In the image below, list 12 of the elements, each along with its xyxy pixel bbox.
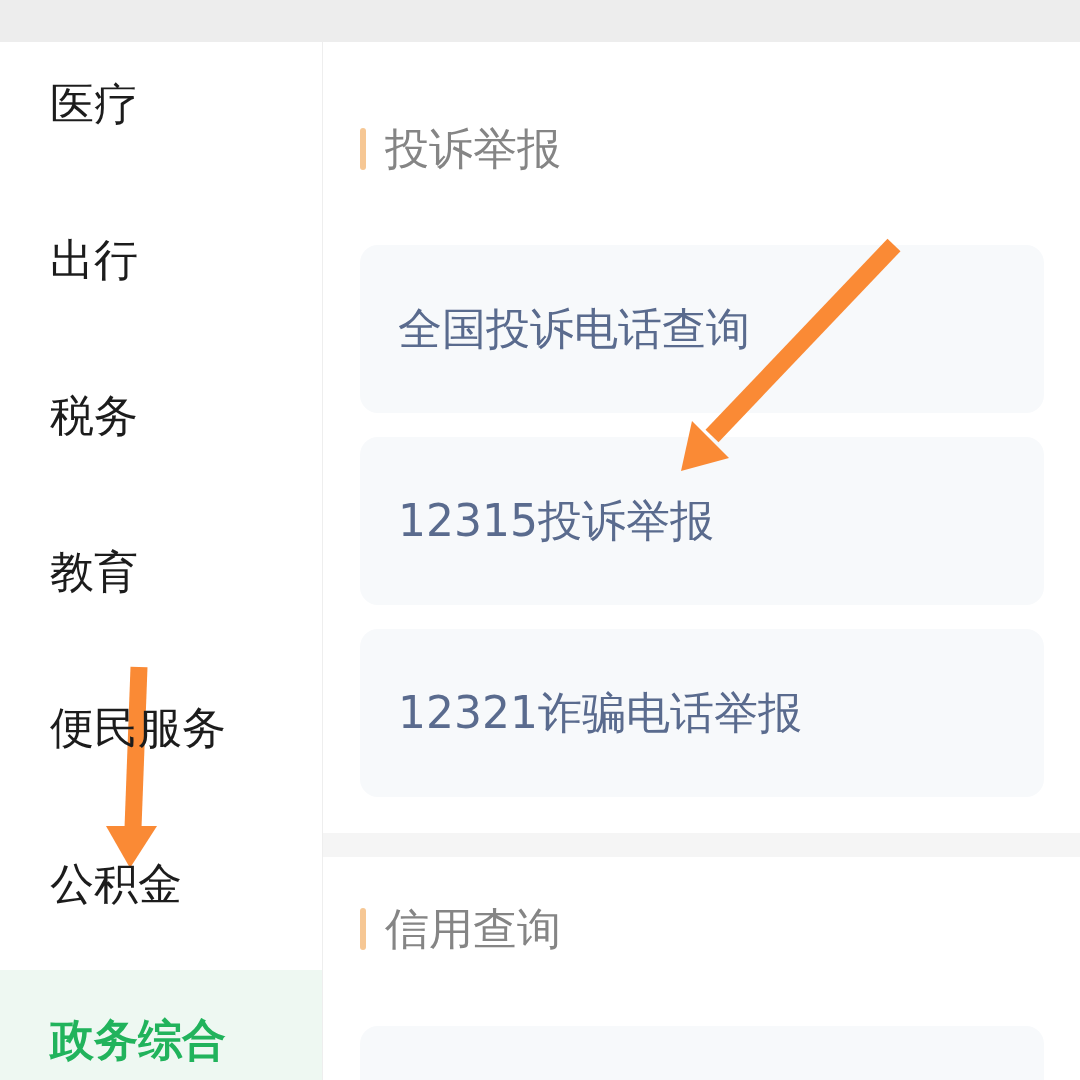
section-title: 投诉举报 (385, 127, 561, 171)
section-title: 信用查询 (385, 907, 561, 951)
sidebar-item[interactable]: 教育 (0, 502, 322, 658)
sidebar-item[interactable]: 公积金 (0, 814, 322, 970)
sidebar-item[interactable]: 税务 (0, 346, 322, 502)
service-card[interactable]: 12321诈骗电话举报 (360, 629, 1044, 797)
service-card[interactable]: 全国投诉电话查询 (360, 245, 1044, 413)
sidebar-item[interactable]: 医疗 (0, 42, 322, 190)
sidebar-item[interactable]: 出行 (0, 190, 322, 346)
section-marker-icon (360, 128, 366, 170)
section-marker-icon (360, 908, 366, 950)
service-card[interactable]: 12315投诉举报 (360, 437, 1044, 605)
